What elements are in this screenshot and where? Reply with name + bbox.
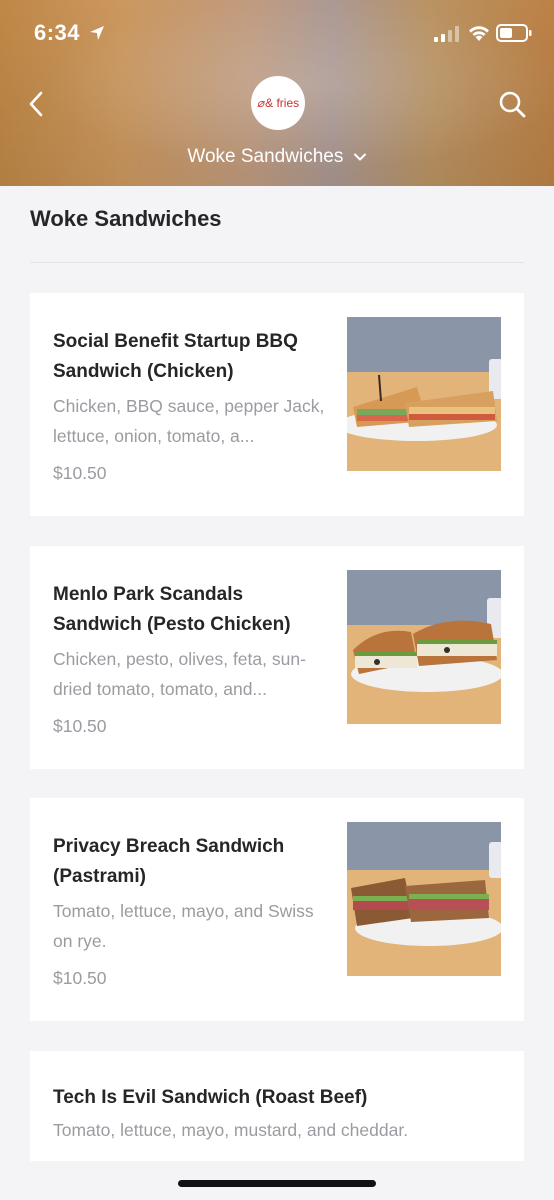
restaurant-logo: ⌀ & fries [251, 76, 305, 130]
restaurant-selector[interactable]: Woke Sandwiches [0, 146, 554, 168]
menu-item-name: Privacy Breach Sandwich (Pastrami) [53, 836, 285, 887]
menu-item-card[interactable]: Menlo Park Scandals Sandwich (Pesto Chic… [30, 546, 524, 769]
menu-item-price: $10.50 [53, 463, 107, 483]
menu-item-name: Tech Is Evil Sandwich (Roast Beef) [53, 1087, 368, 1108]
menu-item-name: Menlo Park Scandals Sandwich (Pesto Chic… [53, 584, 291, 635]
logo-mark: ⌀ [256, 96, 265, 110]
search-icon[interactable] [496, 88, 528, 120]
logo-text: & fries [265, 96, 300, 110]
menu-item-price: $10.50 [53, 968, 107, 988]
menu-item-description: Tomato, lettuce, mayo, and Swiss on rye. [53, 901, 314, 951]
menu-item-price: $10.50 [53, 716, 107, 736]
back-chevron-icon[interactable] [22, 88, 52, 120]
wifi-icon [469, 26, 489, 41]
menu-item-name: Social Benefit Startup BBQ Sandwich (Chi… [53, 331, 298, 382]
home-indicator[interactable] [178, 1180, 376, 1187]
menu-item-description: Chicken, pesto, olives, feta, sun-dried … [53, 649, 306, 699]
location-arrow-icon [90, 26, 104, 40]
section-divider [30, 262, 524, 263]
menu-item-description: Chicken, BBQ sauce, pepper Jack, lettuce… [53, 396, 325, 446]
status-bar: 6:34 [0, 0, 554, 66]
battery-icon [496, 24, 532, 42]
restaurant-selector-label: Woke Sandwiches [187, 146, 344, 167]
chevron-down-icon [353, 153, 366, 161]
menu-item-card[interactable]: Social Benefit Startup BBQ Sandwich (Chi… [30, 293, 524, 516]
menu-item-description: Tomato, lettuce, mayo, mustard, and ched… [53, 1120, 409, 1140]
menu-item-card[interactable]: Tech Is Evil Sandwich (Roast Beef) Tomat… [30, 1051, 524, 1161]
cellular-signal-icon [434, 26, 459, 42]
status-time: 6:34 [34, 20, 81, 45]
pesto-chicken-sandwich-photo [347, 570, 501, 724]
pastrami-sandwich-photo [347, 822, 501, 976]
section-title: Woke Sandwiches [30, 206, 222, 231]
menu-item-card[interactable]: Privacy Breach Sandwich (Pastrami) Tomat… [30, 798, 524, 1021]
bbq-chicken-sandwich-photo [347, 317, 501, 471]
